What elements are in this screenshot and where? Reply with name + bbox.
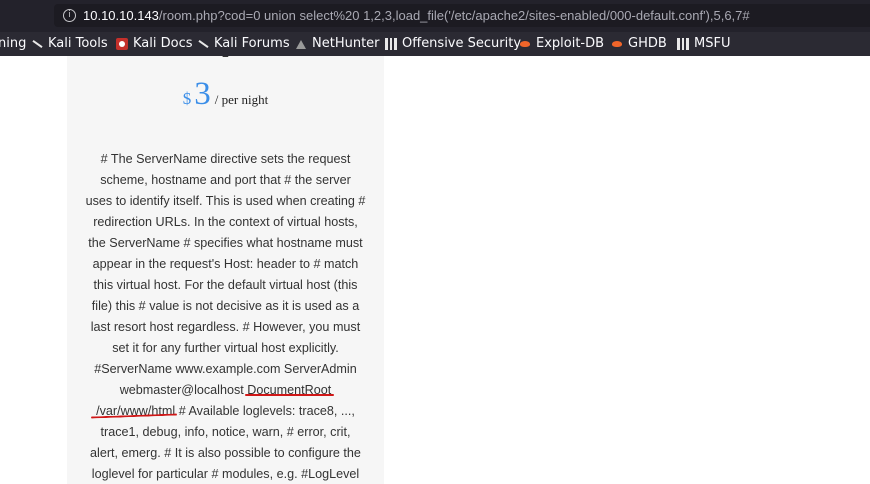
file-line: scheme, hostname and port that # the ser… <box>100 173 351 187</box>
bookmark-label: MSFU <box>694 36 731 51</box>
annotation-underline-documentroot <box>245 394 334 396</box>
kali-dragon-icon <box>197 38 209 50</box>
url-path: /room.php?cod=0 union select%20 1,2,3,lo… <box>158 8 750 23</box>
file-line: #ServerName www.example.com ServerAdmin <box>94 362 357 376</box>
nethunter-icon <box>295 38 307 50</box>
bookmark-exploit-db[interactable]: Exploit-DB <box>519 35 604 53</box>
address-bar[interactable]: i 10.10.10.143/room.php?cod=0 union sele… <box>54 4 870 27</box>
url-text[interactable]: 10.10.10.143/room.php?cod=0 union select… <box>83 7 750 24</box>
url-host: 10.10.10.143 <box>83 8 159 23</box>
file-line: uses to identify itself. This is used wh… <box>85 194 366 208</box>
bookmark-offensive-security[interactable]: Offensive Security <box>385 35 521 53</box>
file-line: this virtual host. For the default virtu… <box>93 278 358 292</box>
file-line: loglevel for particular # modules, e.g. … <box>91 467 360 481</box>
file-line: redirection URLs. In the context of virt… <box>93 215 358 229</box>
room-card: 2 $3/ per night # The ServerName directi… <box>67 56 384 484</box>
kali-dragon-icon <box>31 38 43 50</box>
file-line: trace1, debug, info, notice, warn, # err… <box>100 425 351 439</box>
page-content: 2 $3/ per night # The ServerName directi… <box>0 56 870 484</box>
file-line: webmaster@localhost DocumentRoot <box>119 383 332 397</box>
bookmark-nethunter[interactable]: NetHunter <box>295 35 380 53</box>
exploit-db-icon <box>611 38 623 50</box>
offensive-security-icon <box>677 38 689 50</box>
file-line: the ServerName # specifies what hostname… <box>88 236 363 250</box>
bookmark-label: GHDB <box>628 36 667 51</box>
bookmark-label: NetHunter <box>312 36 380 51</box>
bookmark-kali-forums[interactable]: Kali Forums <box>197 35 290 53</box>
file-line: appear in the request's Host: header to … <box>92 257 359 271</box>
bookmark-label: ning <box>0 36 27 51</box>
room-description: # The ServerName directive sets the requ… <box>85 149 366 484</box>
room-number: 2 <box>67 56 384 62</box>
file-line: alert, emerg. # It is also possible to c… <box>90 446 361 460</box>
bookmarks-toolbar: ning Kali Tools Kali Docs Kali Forums Ne… <box>0 32 870 56</box>
bookmark-label: Kali Forums <box>214 36 290 51</box>
bookmark-partial[interactable]: ning <box>0 35 26 53</box>
bookmark-kali-tools[interactable]: Kali Tools <box>31 35 108 53</box>
bookmark-label: Kali Tools <box>48 36 108 51</box>
bookmark-label: Kali Docs <box>133 36 193 51</box>
file-line: file) this # value is not decisive as it… <box>91 299 360 313</box>
offensive-security-icon <box>385 38 397 50</box>
bookmark-ghdb[interactable]: GHDB <box>611 35 667 53</box>
price-currency: $ <box>182 89 192 108</box>
bookmark-label: Offensive Security <box>402 36 522 51</box>
room-price: $3/ per night <box>67 76 384 112</box>
file-line: /var/www/html # Available loglevels: tra… <box>96 404 355 418</box>
browser-toolbar: i 10.10.10.143/room.php?cod=0 union sele… <box>0 0 870 32</box>
kali-docs-icon <box>116 38 128 50</box>
bookmark-label: Exploit-DB <box>536 36 605 51</box>
bookmark-msfu[interactable]: MSFU <box>677 35 730 53</box>
price-amount: 3 <box>194 76 211 112</box>
file-line: set it for any further virtual host expl… <box>112 341 339 355</box>
file-line: last resort host regardless. # However, … <box>90 320 361 334</box>
price-unit: / per night <box>214 92 269 107</box>
bookmark-kali-docs[interactable]: Kali Docs <box>116 35 193 53</box>
exploit-db-icon <box>519 38 531 50</box>
info-icon[interactable]: i <box>63 9 76 22</box>
file-line: # The ServerName directive sets the requ… <box>100 152 351 166</box>
